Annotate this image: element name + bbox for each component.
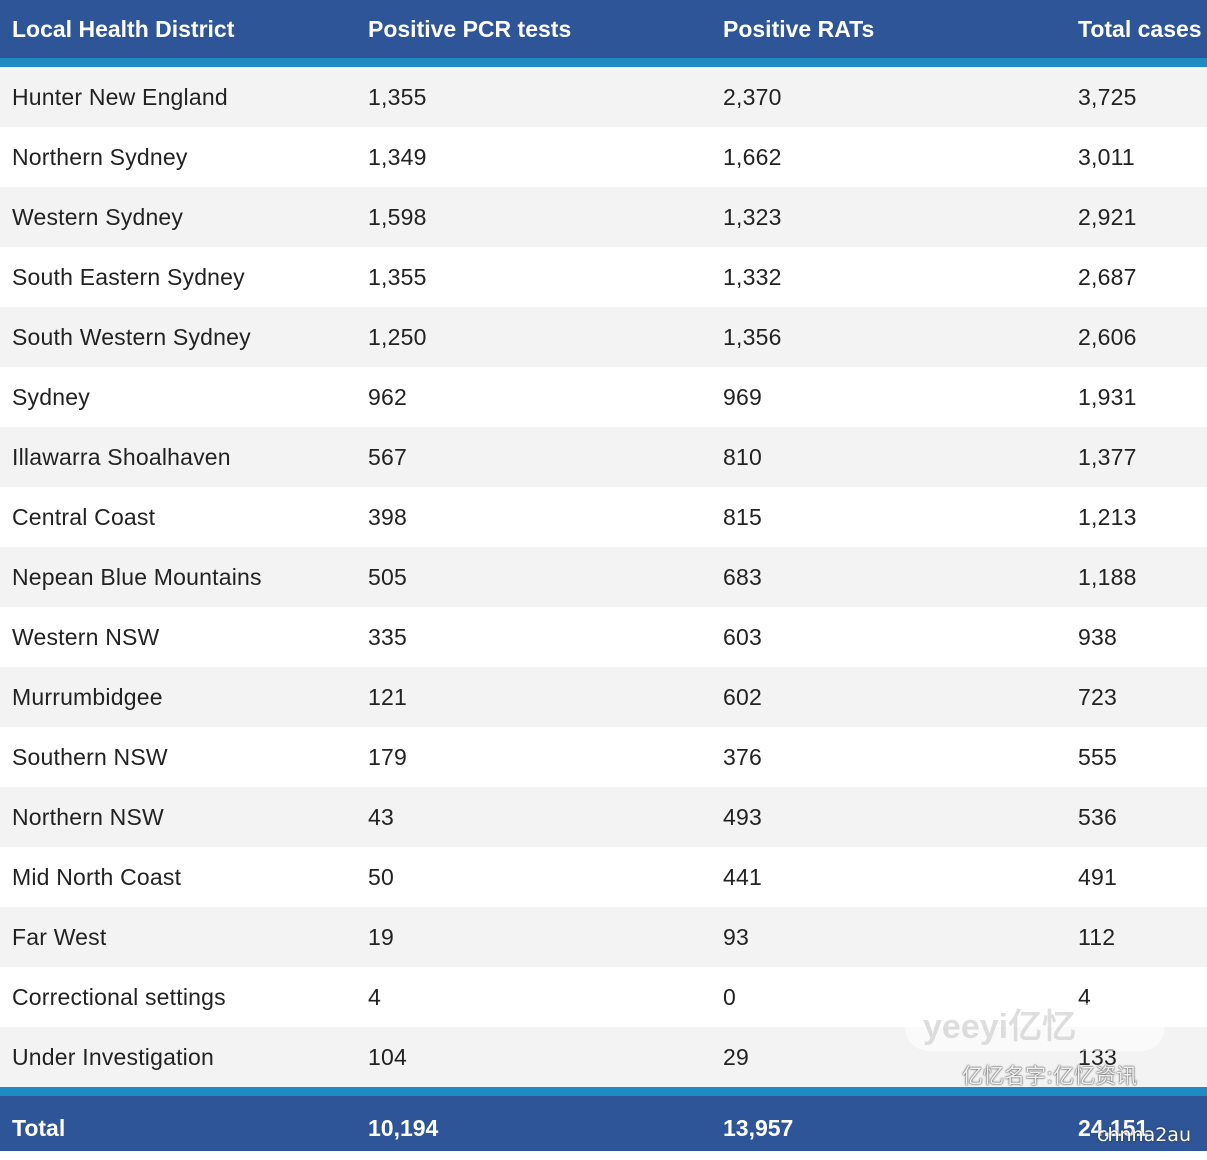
cell-total: 1,213 [1078,504,1137,530]
table-header: Local Health District Positive PCR tests… [0,0,1207,58]
cell-pcr: 43 [368,804,394,830]
cell-pcr: 179 [368,744,407,770]
cell-pcr: 962 [368,384,407,410]
total-rats: 13,957 [723,1115,794,1141]
table-row: South Eastern Sydney 1,355 1,332 2,687 [0,247,1207,307]
cell-district: Nepean Blue Mountains [12,564,262,590]
cell-district: Northern Sydney [12,144,188,170]
cell-total: 491 [1078,864,1117,890]
column-header-pcr: Positive PCR tests [368,16,572,42]
table-row: Far West 19 93 112 [0,907,1207,967]
cell-pcr: 1,250 [368,324,427,350]
cell-total: 2,606 [1078,324,1137,350]
cell-total: 2,687 [1078,264,1137,290]
cases-table: Local Health District Positive PCR tests… [0,0,1207,1151]
total-label: Total [12,1115,66,1141]
table-row: Western Sydney 1,598 1,323 2,921 [0,187,1207,247]
table-row: Illawarra Shoalhaven 567 810 1,377 [0,427,1207,487]
cell-rats: 1,662 [723,144,782,170]
cell-rats: 441 [723,864,762,890]
total-pcr: 10,194 [368,1115,439,1141]
cell-rats: 602 [723,684,762,710]
cell-total: 1,931 [1078,384,1137,410]
cell-district: Murrumbidgee [12,684,163,710]
column-header-district: Local Health District [12,16,235,42]
cell-pcr: 50 [368,864,394,890]
cell-pcr: 19 [368,924,394,950]
cell-pcr: 1,355 [368,84,427,110]
cell-district: Western NSW [12,624,160,650]
cell-district: Illawarra Shoalhaven [12,444,231,470]
cell-rats: 493 [723,804,762,830]
header-divider [0,58,1207,67]
table-row: Nepean Blue Mountains 505 683 1,188 [0,547,1207,607]
column-header-total: Total cases [1078,16,1202,42]
cell-rats: 1,323 [723,204,782,230]
cell-total: 2,921 [1078,204,1137,230]
table-row: Western NSW 335 603 938 [0,607,1207,667]
watermark-badge: yeeyi亿忆 [905,1003,1165,1051]
cell-pcr: 1,355 [368,264,427,290]
cell-pcr: 335 [368,624,407,650]
cell-total: 555 [1078,744,1117,770]
cell-pcr: 4 [368,984,381,1010]
cell-rats: 376 [723,744,762,770]
cell-pcr: 567 [368,444,407,470]
table-row: Sydney 962 969 1,931 [0,367,1207,427]
cell-district: South Western Sydney [12,324,251,350]
watermark-id: chnna2au [1097,1124,1191,1146]
cell-pcr: 104 [368,1044,407,1070]
cell-total: 938 [1078,624,1117,650]
cell-pcr: 1,598 [368,204,427,230]
cell-district: Southern NSW [12,744,168,770]
cell-total: 1,188 [1078,564,1137,590]
cell-rats: 969 [723,384,762,410]
cell-pcr: 398 [368,504,407,530]
cell-total: 3,011 [1078,144,1135,170]
cell-total: 1,377 [1078,444,1137,470]
cell-rats: 683 [723,564,762,590]
cell-rats: 810 [723,444,762,470]
cell-district: Under Investigation [12,1044,214,1070]
cell-total: 723 [1078,684,1117,710]
table-row: Central Coast 398 815 1,213 [0,487,1207,547]
table-row: Mid North Coast 50 441 491 [0,847,1207,907]
cell-district: Sydney [12,384,90,410]
table-row: South Western Sydney 1,250 1,356 2,606 [0,307,1207,367]
table-row: Southern NSW 179 376 555 [0,727,1207,787]
cell-pcr: 505 [368,564,407,590]
cell-total: 536 [1078,804,1117,830]
cell-rats: 1,332 [723,264,782,290]
watermark-text: 亿忆名字:亿忆资讯 [962,1064,1138,1088]
table-row: Murrumbidgee 121 602 723 [0,667,1207,727]
cell-district: Northern NSW [12,804,164,830]
cell-district: Hunter New England [12,84,228,110]
cell-pcr: 1,349 [368,144,427,170]
cell-district: Correctional settings [12,984,226,1010]
cell-rats: 2,370 [723,84,782,110]
cell-district: South Eastern Sydney [12,264,245,290]
cell-rats: 603 [723,624,762,650]
cell-district: Mid North Coast [12,864,182,890]
cell-total: 3,725 [1078,84,1137,110]
table-row: Northern NSW 43 493 536 [0,787,1207,847]
cell-rats: 29 [723,1044,749,1070]
column-header-rats: Positive RATs [723,16,875,42]
cell-district: Western Sydney [12,204,184,230]
cell-rats: 1,356 [723,324,782,350]
cell-total: 112 [1078,924,1116,950]
table-row: Hunter New England 1,355 2,370 3,725 [0,67,1207,127]
cell-district: Central Coast [12,504,156,530]
total-row: Total 10,194 13,957 24,151 [0,1096,1207,1151]
table-body: Hunter New England 1,355 2,370 3,725 Norther… [0,67,1207,1087]
cell-rats: 815 [723,504,762,530]
cell-pcr: 121 [368,684,407,710]
cell-district: Far West [12,924,107,950]
cell-rats: 0 [723,984,736,1010]
cell-rats: 93 [723,924,749,950]
table-row: Northern Sydney 1,349 1,662 3,011 [0,127,1207,187]
